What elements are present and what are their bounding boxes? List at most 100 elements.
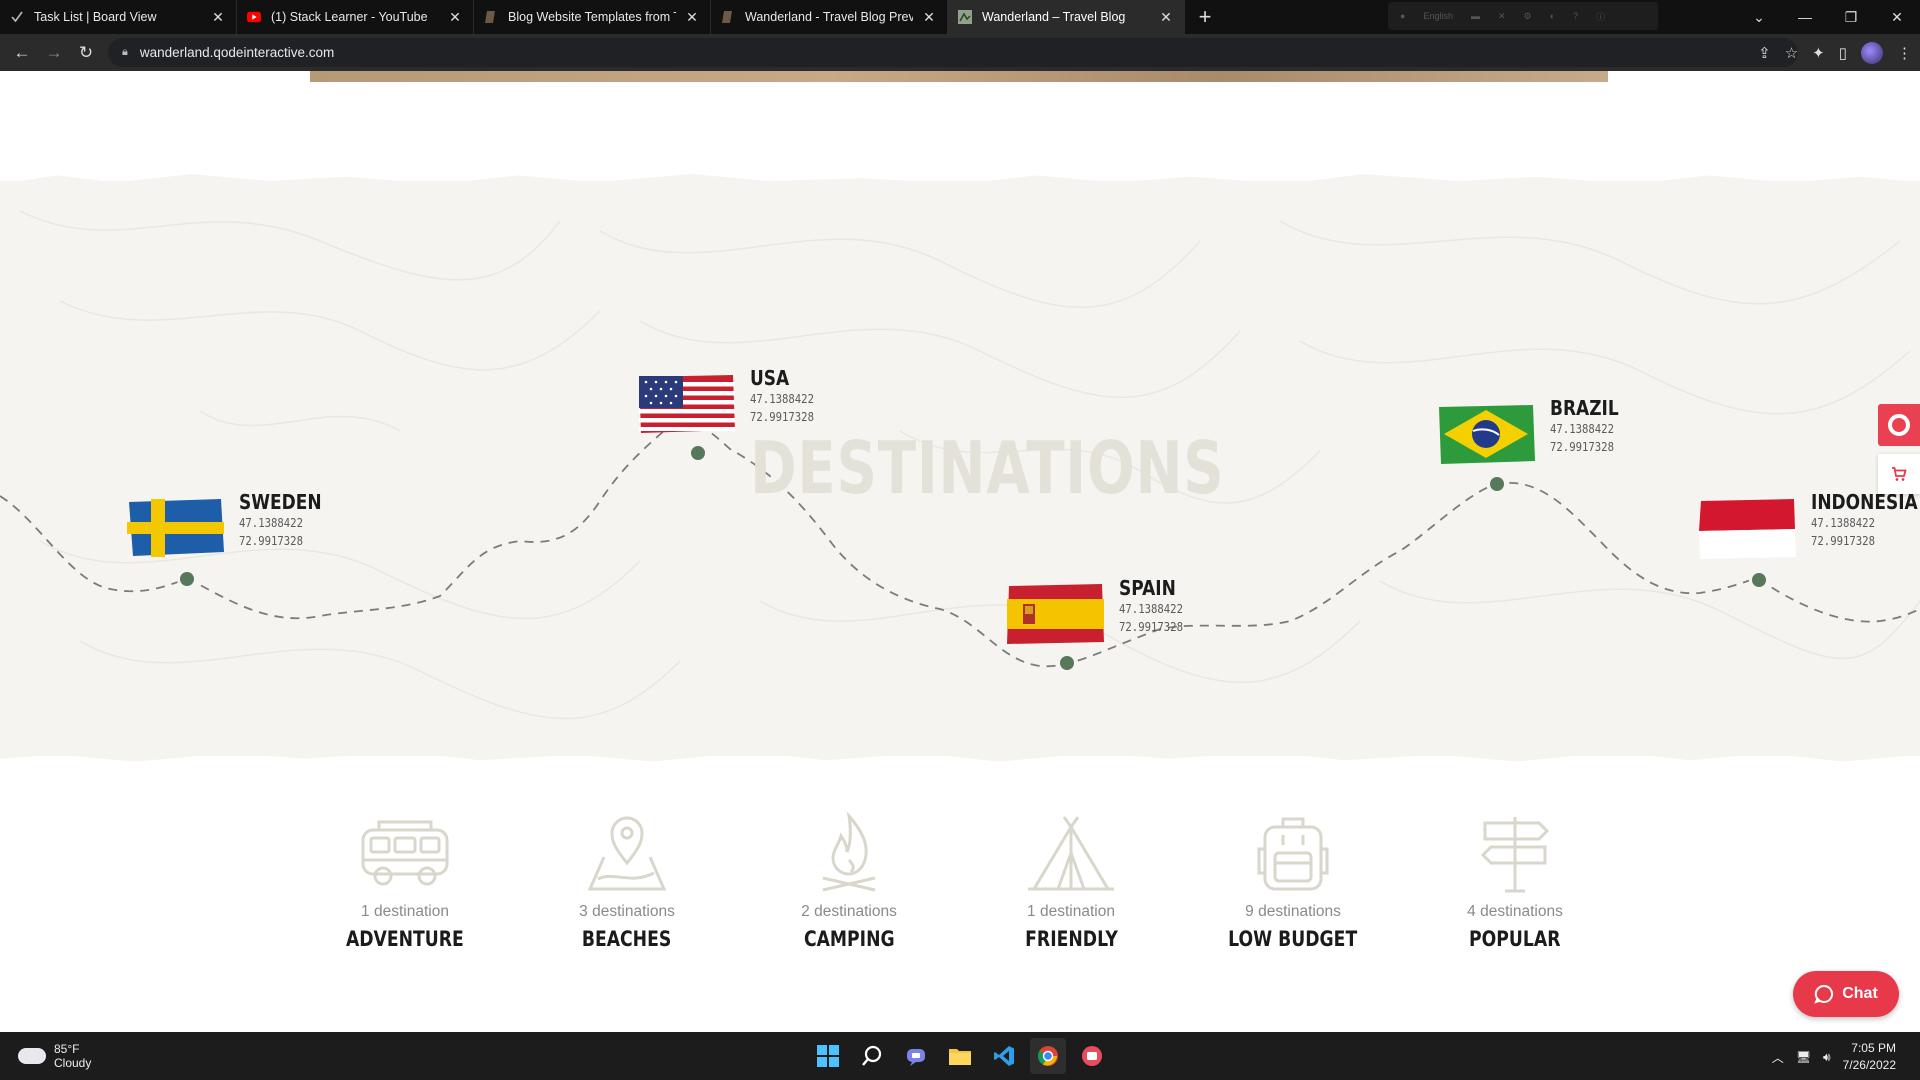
close-tab-icon[interactable]: ✕ xyxy=(1158,9,1174,26)
pin-name: SPAIN xyxy=(1119,576,1176,600)
hero-image-bottom xyxy=(310,71,1608,82)
brazil-flag xyxy=(1439,405,1535,464)
chevron-up-icon[interactable]: ︿ xyxy=(1772,1049,1784,1066)
address-toolbar: ← → ↻ 🔒︎ wanderland.qodeinteractive.com … xyxy=(0,34,1920,71)
category-label[interactable]: CAMPING xyxy=(804,927,895,951)
category-count: 1 destination xyxy=(1027,903,1115,920)
extensions-puzzle-icon[interactable]: ✦ xyxy=(1812,44,1825,62)
clock-date: 7/26/2022 xyxy=(1842,1058,1896,1072)
toolbar-actions: ⇪ ☆ ✦ ▯ ⋮ xyxy=(1758,34,1912,71)
close-tab-icon[interactable]: ✕ xyxy=(921,9,937,26)
language-label[interactable]: English xyxy=(1423,11,1453,21)
van-icon xyxy=(355,811,455,895)
extension-icon[interactable]: ▬ xyxy=(1471,11,1480,21)
help-lifebuoy-button[interactable] xyxy=(1878,404,1920,446)
category-label[interactable]: POPULAR xyxy=(1469,927,1560,951)
pin-latitude: 47.1388422 xyxy=(1550,421,1614,436)
pin-dot[interactable] xyxy=(177,569,197,589)
pin-dot[interactable] xyxy=(1057,653,1077,673)
close-tab-icon[interactable]: ✕ xyxy=(210,9,226,26)
youtube-icon xyxy=(247,10,261,24)
settings-icon[interactable]: ⚙ xyxy=(1524,11,1532,22)
lock-icon[interactable]: 🔒︎ xyxy=(122,46,128,59)
menu-kebab-icon[interactable]: ⋮ xyxy=(1897,44,1912,62)
pin-name: BRAZIL xyxy=(1550,396,1619,420)
checkmark-icon xyxy=(10,10,24,24)
media-app-icon[interactable] xyxy=(1074,1038,1110,1074)
category-label[interactable]: LOW BUDGET xyxy=(1228,927,1357,951)
search-icon[interactable] xyxy=(854,1038,890,1074)
category-list: 1 destination ADVENTURE 3 destinations B… xyxy=(330,811,1590,951)
url-text[interactable]: wanderland.qodeinteractive.com xyxy=(140,45,334,60)
browser-tab[interactable]: Task List | Board View ✕ xyxy=(0,0,237,34)
pin-dot[interactable] xyxy=(1749,570,1769,590)
close-tab-icon[interactable]: ✕ xyxy=(684,9,700,26)
pin-longitude: 72.9917328 xyxy=(1811,533,1875,548)
profile-avatar[interactable] xyxy=(1861,41,1883,64)
info-icon[interactable]: ⓘ xyxy=(1596,10,1605,23)
category-low-budget[interactable]: 9 destinations LOW BUDGET xyxy=(1218,811,1368,951)
page-viewport: DESTINATIONS SWEDEN 47.1388422 72.991732… xyxy=(0,71,1920,1032)
windows-start-icon[interactable] xyxy=(810,1038,846,1074)
destinations-heading: DESTINATIONS xyxy=(750,426,1225,510)
chat-button[interactable]: Chat xyxy=(1793,971,1899,1017)
share-icon[interactable]: ⇪ xyxy=(1758,44,1771,62)
extension-icon[interactable]: ● xyxy=(1400,11,1405,21)
help-icon[interactable]: ? xyxy=(1573,11,1578,21)
system-tray: ︿ 🖥︎ 🔊︎ 7:05 PM 7/26/2022 xyxy=(1772,1040,1896,1074)
category-label[interactable]: BEACHES xyxy=(582,927,671,951)
chat-label[interactable]: Chat xyxy=(1842,985,1878,1003)
pin-dot[interactable] xyxy=(1487,474,1507,494)
pin-latitude: 47.1388422 xyxy=(239,515,303,530)
tab-search-icon[interactable]: ⌄ xyxy=(1736,9,1782,26)
map-pin-icon xyxy=(577,811,677,895)
category-count: 3 destinations xyxy=(579,903,675,920)
minimize-button[interactable]: — xyxy=(1782,9,1828,25)
chrome-icon[interactable] xyxy=(1030,1038,1066,1074)
bookmark-star-icon[interactable]: ☆ xyxy=(1785,44,1798,62)
browser-tab-title: Blog Website Templates from Th xyxy=(508,10,676,24)
browser-tab[interactable]: Wanderland - Travel Blog Preview ✕ xyxy=(711,0,948,34)
indonesia-flag xyxy=(1699,499,1796,559)
forward-button[interactable]: → xyxy=(38,43,70,63)
browser-tab-title: Task List | Board View xyxy=(34,10,157,24)
category-beaches[interactable]: 3 destinations BEACHES xyxy=(552,811,702,951)
qode-icon xyxy=(721,10,735,24)
browser-tab[interactable]: Blog Website Templates from Th ✕ xyxy=(474,0,711,34)
cart-button[interactable] xyxy=(1878,454,1920,494)
close-window-button[interactable]: ✕ xyxy=(1874,9,1920,26)
network-icon[interactable]: 🖥︎ xyxy=(1796,1050,1811,1064)
browser-tab-active[interactable]: Wanderland – Travel Blog ✕ xyxy=(948,0,1185,34)
pin-longitude: 72.9917328 xyxy=(1119,619,1183,634)
pin-dot[interactable] xyxy=(688,443,708,463)
file-explorer-icon[interactable] xyxy=(942,1038,978,1074)
url-bar[interactable]: 🔒︎ wanderland.qodeinteractive.com xyxy=(108,38,1798,67)
extension-icon[interactable]: ◐ xyxy=(1550,11,1555,21)
category-label[interactable]: FRIENDLY xyxy=(1025,927,1118,951)
qode-icon xyxy=(484,10,498,24)
clock-time: 7:05 PM xyxy=(1851,1041,1896,1055)
side-panel-icon[interactable]: ▯ xyxy=(1839,44,1847,62)
backpack-icon xyxy=(1243,811,1343,895)
close-tab-icon[interactable]: ✕ xyxy=(447,9,463,26)
reload-button[interactable]: ↻ xyxy=(70,43,102,63)
category-adventure[interactable]: 1 destination ADVENTURE xyxy=(330,811,480,951)
category-friendly[interactable]: 1 destination FRIENDLY xyxy=(996,811,1146,951)
extension-icon[interactable]: ✕ xyxy=(1498,11,1506,22)
vscode-icon[interactable] xyxy=(986,1038,1022,1074)
new-tab-button[interactable]: + xyxy=(1185,0,1225,34)
back-button[interactable]: ← xyxy=(6,43,38,63)
browser-tab-title: Wanderland - Travel Blog Preview xyxy=(745,10,913,24)
category-popular[interactable]: 4 destinations POPULAR xyxy=(1440,811,1590,951)
weather-widget[interactable]: 85°F Cloudy xyxy=(18,1042,91,1070)
category-label[interactable]: ADVENTURE xyxy=(346,927,464,951)
browser-tab[interactable]: (1) Stack Learner - YouTube ✕ xyxy=(237,0,474,34)
window-controls: ⌄ — ❐ ✕ xyxy=(1736,0,1920,34)
clock[interactable]: 7:05 PM 7/26/2022 xyxy=(1843,1040,1896,1074)
cart-icon xyxy=(1892,467,1907,481)
teams-chat-icon[interactable] xyxy=(898,1038,934,1074)
volume-icon[interactable]: 🔊︎ xyxy=(1823,1050,1831,1065)
restore-button[interactable]: ❐ xyxy=(1828,9,1874,26)
chat-bubble-icon xyxy=(1814,984,1834,1004)
category-camping[interactable]: 2 destinations CAMPING xyxy=(774,811,924,951)
